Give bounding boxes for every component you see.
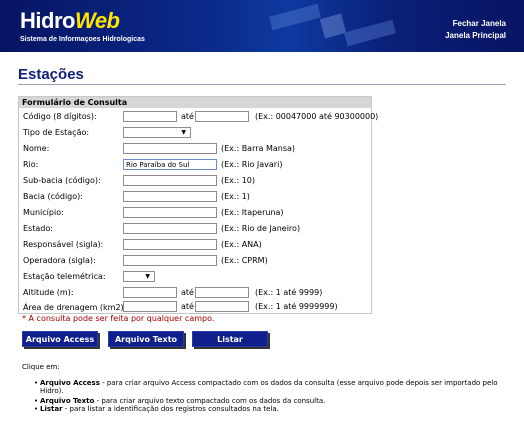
arquivo-access-button[interactable]: Arquivo Access bbox=[22, 331, 98, 347]
row-tipo: Tipo de Estação: ▼ bbox=[19, 125, 371, 141]
close-window-link[interactable]: Fechar Janela bbox=[453, 19, 506, 28]
responsavel-label: Responsável (sigla): bbox=[23, 240, 104, 249]
municipio-label: Município: bbox=[23, 208, 64, 217]
sub-bacia-hint: (Ex.: 10) bbox=[221, 176, 255, 185]
row-rio: Rio: Rio Paraíba do Sul (Ex.: Rio Javari… bbox=[19, 157, 371, 173]
row-altitude: Altitude (m): até (Ex.: 1 até 9999) bbox=[19, 285, 371, 301]
hidroweb-logo[interactable]: HidroWeb bbox=[20, 10, 120, 32]
codigo-hint: (Ex.: 00047000 até 90300000) bbox=[255, 112, 379, 121]
nome-hint: (Ex.: Barra Mansa) bbox=[221, 144, 296, 153]
logo-subtitle: Sistema de Informaçoes Hidrologicas bbox=[20, 36, 145, 43]
sub-bacia-label: Sub-bacia (código): bbox=[23, 176, 101, 185]
operadora-input[interactable] bbox=[123, 255, 217, 266]
header-banner: HidroWeb Sistema de Informaçoes Hidrolog… bbox=[0, 0, 524, 52]
sub-bacia-input[interactable] bbox=[123, 175, 217, 186]
row-estado: Estado: (Ex.: Rio de Janeiro) bbox=[19, 221, 371, 237]
telemetrica-select[interactable]: ▼ bbox=[123, 271, 155, 282]
arquivo-texto-button[interactable]: Arquivo Texto bbox=[108, 331, 184, 347]
query-form: Formulário de Consulta Código (8 dígitos… bbox=[18, 96, 378, 314]
help-item-access: • Arquivo Access - para criar arquivo Ac… bbox=[34, 379, 505, 395]
row-codigo: Código (8 dígitos): até (Ex.: 00047000 a… bbox=[19, 109, 378, 125]
help-text: - para criar arquivo Access compactado c… bbox=[40, 379, 498, 395]
altitude-hint: (Ex.: 1 até 9999) bbox=[255, 288, 323, 297]
bullet-icon: • bbox=[34, 397, 39, 405]
dropdown-arrow-icon: ▼ bbox=[181, 129, 186, 136]
area-ate-label: até bbox=[181, 302, 194, 311]
listar-button[interactable]: Listar bbox=[192, 331, 268, 347]
altitude-label: Altitude (m): bbox=[23, 288, 74, 297]
codigo-to-input[interactable] bbox=[195, 111, 249, 122]
rio-input[interactable]: Rio Paraíba do Sul bbox=[123, 159, 217, 170]
telemetrica-label: Estação telemétrica: bbox=[23, 272, 106, 281]
page-title: Estações bbox=[18, 66, 84, 83]
estado-hint: (Ex.: Rio de Janeiro) bbox=[221, 224, 301, 233]
municipio-input[interactable] bbox=[123, 207, 217, 218]
codigo-label: Código (8 dígitos): bbox=[23, 112, 97, 121]
logo-hidro: Hidro bbox=[20, 8, 75, 33]
altitude-ate-label: até bbox=[181, 288, 194, 297]
codigo-ate-label: até bbox=[181, 112, 194, 121]
form-note: * A consulta pode ser feita por qualquer… bbox=[22, 314, 215, 323]
operadora-label: Operadora (sigla): bbox=[23, 256, 96, 265]
row-bacia: Bacia (código): (Ex.: 1) bbox=[19, 189, 371, 205]
row-nome: Nome: (Ex.: Barra Mansa) bbox=[19, 141, 371, 157]
row-responsavel: Responsável (sigla): (Ex.: ANA) bbox=[19, 237, 371, 253]
help-intro: Clique em: bbox=[22, 363, 60, 371]
bullet-icon: • bbox=[34, 379, 39, 387]
logo-web: Web bbox=[74, 8, 120, 33]
help-text: - para listar a identificação dos regist… bbox=[62, 405, 279, 413]
area-hint: (Ex.: 1 até 9999999) bbox=[255, 302, 338, 311]
nome-input[interactable] bbox=[123, 143, 217, 154]
help-item-listar: • Listar - para listar a identificação d… bbox=[34, 405, 505, 413]
bullet-icon: • bbox=[34, 405, 39, 413]
row-telemetrica: Estação telemétrica: ▼ bbox=[19, 269, 371, 285]
responsavel-input[interactable] bbox=[123, 239, 217, 250]
area-to-input[interactable] bbox=[195, 301, 249, 312]
codigo-from-input[interactable] bbox=[123, 111, 177, 122]
municipio-hint: (Ex.: Itaperuna) bbox=[221, 208, 284, 217]
bacia-label: Bacia (código): bbox=[23, 192, 83, 201]
altitude-from-input[interactable] bbox=[123, 287, 177, 298]
row-sub-bacia: Sub-bacia (código): (Ex.: 10) bbox=[19, 173, 371, 189]
row-municipio: Município: (Ex.: Itaperuna) bbox=[19, 205, 371, 221]
row-operadora: Operadora (sigla): (Ex.: CPRM) bbox=[19, 253, 371, 269]
nome-label: Nome: bbox=[23, 144, 50, 153]
tipo-select[interactable]: ▼ bbox=[123, 127, 191, 138]
dropdown-arrow-icon: ▼ bbox=[145, 273, 150, 280]
help-term: Arquivo Texto bbox=[40, 397, 95, 405]
altitude-to-input[interactable] bbox=[195, 287, 249, 298]
title-divider bbox=[18, 84, 506, 85]
help-text: - para criar arquivo texto compactado co… bbox=[94, 397, 326, 405]
area-from-input[interactable] bbox=[123, 301, 177, 312]
main-window-link[interactable]: Janela Principal bbox=[445, 31, 506, 40]
estado-input[interactable] bbox=[123, 223, 217, 234]
area-label: Área de drenagem (km2): bbox=[23, 303, 127, 312]
operadora-hint: (Ex.: CPRM) bbox=[221, 256, 268, 265]
bacia-hint: (Ex.: 1) bbox=[221, 192, 250, 201]
tipo-label: Tipo de Estação: bbox=[23, 128, 90, 137]
estado-label: Estado: bbox=[23, 224, 53, 233]
satellite-graphic bbox=[269, 3, 396, 47]
help-term: Listar bbox=[40, 405, 63, 413]
rio-label: Rio: bbox=[23, 160, 39, 169]
help-term: Arquivo Access bbox=[40, 379, 100, 387]
bacia-input[interactable] bbox=[123, 191, 217, 202]
rio-hint: (Ex.: Rio Javari) bbox=[221, 160, 283, 169]
help-item-texto: • Arquivo Texto - para criar arquivo tex… bbox=[34, 397, 505, 405]
form-heading: Formulário de Consulta bbox=[19, 97, 371, 108]
responsavel-hint: (Ex.: ANA) bbox=[221, 240, 262, 249]
